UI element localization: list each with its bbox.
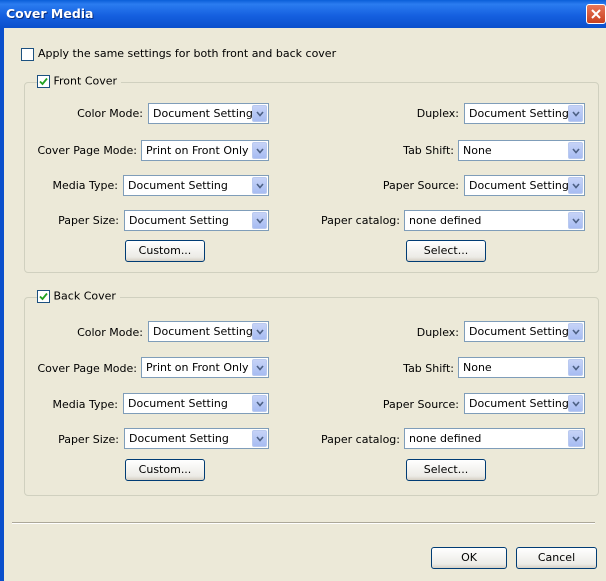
window-title: Cover Media <box>6 6 94 21</box>
cover-media-dialog: Cover Media Apply the same settings for … <box>0 0 606 581</box>
back-select-button[interactable]: Select... <box>406 459 486 481</box>
chevron-down-icon <box>568 105 583 122</box>
chevron-down-icon <box>568 430 583 447</box>
close-button[interactable] <box>586 4 606 24</box>
front-color-mode-select[interactable]: Document Setting <box>148 103 269 124</box>
back-cover-title: Back Cover <box>53 289 116 303</box>
front-duplex-label: Duplex: <box>416 107 459 120</box>
back-media-type-label: Media Type: <box>52 398 118 411</box>
chevron-down-icon <box>252 142 267 159</box>
front-tab-shift-value: None <box>463 144 492 157</box>
back-color-mode-label: Color Mode: <box>77 326 143 339</box>
front-cover-title: Front Cover <box>53 74 118 88</box>
front-color-mode-label: Color Mode: <box>77 107 143 120</box>
chevron-down-icon <box>252 395 267 412</box>
back-paper-source-select[interactable]: Document Setting <box>464 393 585 414</box>
back-paper-catalog-select[interactable]: none defined <box>404 428 585 449</box>
back-paper-size-value: Document Setting <box>129 432 229 445</box>
back-paper-catalog-value: none defined <box>409 432 482 445</box>
back-duplex-value: Document Setting <box>469 325 569 338</box>
front-media-type-select[interactable]: Document Setting <box>123 175 269 196</box>
front-color-mode-value: Document Setting <box>153 107 253 120</box>
front-paper-source-value: Document Setting <box>469 179 569 192</box>
front-cover-checkbox[interactable] <box>37 74 50 88</box>
ok-button[interactable]: OK <box>431 547 507 569</box>
back-duplex-label: Duplex: <box>416 326 459 339</box>
back-color-mode-select[interactable]: Document Setting <box>148 321 269 342</box>
front-duplex-select[interactable]: Document Setting <box>464 103 585 124</box>
front-paper-size-select[interactable]: Document Setting <box>124 210 269 231</box>
front-cover-legend: Front Cover <box>37 74 122 88</box>
chevron-down-icon <box>568 142 583 159</box>
back-custom-button[interactable]: Custom... <box>125 459 205 481</box>
back-cover-page-mode-value: Print on Front Only <box>146 361 249 374</box>
chevron-down-icon <box>252 430 267 447</box>
back-tab-shift-value: None <box>463 361 492 374</box>
back-duplex-select[interactable]: Document Setting <box>464 321 585 342</box>
front-paper-size-value: Document Setting <box>129 214 229 227</box>
front-cover-page-mode-label: Cover Page Mode: <box>37 144 137 157</box>
back-paper-size-select[interactable]: Document Setting <box>124 428 269 449</box>
front-paper-catalog-select[interactable]: none defined <box>404 210 585 231</box>
back-tab-shift-select[interactable]: None <box>458 357 585 378</box>
back-cover-page-mode-select[interactable]: Print on Front Only <box>141 357 269 378</box>
back-media-type-select[interactable]: Document Setting <box>123 393 269 414</box>
chevron-down-icon <box>568 177 583 194</box>
chevron-down-icon <box>568 212 583 229</box>
back-media-type-value: Document Setting <box>128 397 228 410</box>
front-tab-shift-label: Tab Shift: <box>403 144 454 157</box>
back-cover-legend: Back Cover <box>37 289 120 303</box>
back-cover-page-mode-label: Cover Page Mode: <box>37 362 137 375</box>
window-frame <box>0 28 4 581</box>
front-select-button[interactable]: Select... <box>406 240 486 262</box>
front-paper-size-label: Paper Size: <box>58 214 119 227</box>
chevron-down-icon <box>252 212 267 229</box>
title-bar[interactable]: Cover Media <box>0 0 606 28</box>
cancel-button[interactable]: Cancel <box>516 547 597 569</box>
back-tab-shift-label: Tab Shift: <box>403 362 454 375</box>
chevron-down-icon <box>252 105 267 122</box>
front-paper-catalog-value: none defined <box>409 214 482 227</box>
chevron-down-icon <box>252 359 267 376</box>
chevron-down-icon <box>252 177 267 194</box>
back-paper-catalog-label: Paper catalog: <box>321 433 400 446</box>
back-paper-size-label: Paper Size: <box>58 433 119 446</box>
front-custom-button[interactable]: Custom... <box>125 240 205 262</box>
checkmark-icon <box>39 292 48 300</box>
chevron-down-icon <box>568 323 583 340</box>
front-tab-shift-select[interactable]: None <box>458 140 585 161</box>
chevron-down-icon <box>252 323 267 340</box>
back-cover-checkbox[interactable] <box>37 289 50 303</box>
checkmark-icon <box>39 77 48 85</box>
front-cover-page-mode-select[interactable]: Print on Front Only <box>141 140 269 161</box>
back-paper-source-value: Document Setting <box>469 397 569 410</box>
front-paper-source-label: Paper Source: <box>382 179 459 192</box>
chevron-down-icon <box>568 395 583 412</box>
footer-separator-highlight <box>12 523 595 524</box>
front-cover-page-mode-value: Print on Front Only <box>146 144 249 157</box>
front-paper-catalog-label: Paper catalog: <box>321 214 400 227</box>
back-color-mode-value: Document Setting <box>153 325 253 338</box>
front-media-type-value: Document Setting <box>128 179 228 192</box>
front-paper-source-select[interactable]: Document Setting <box>464 175 585 196</box>
front-duplex-value: Document Setting <box>469 107 569 120</box>
chevron-down-icon <box>568 359 583 376</box>
back-paper-source-label: Paper Source: <box>382 398 459 411</box>
apply-same-label: Apply the same settings for both front a… <box>38 47 337 60</box>
close-icon <box>591 9 601 19</box>
apply-same-checkbox[interactable] <box>21 48 34 61</box>
front-media-type-label: Media Type: <box>52 179 118 192</box>
